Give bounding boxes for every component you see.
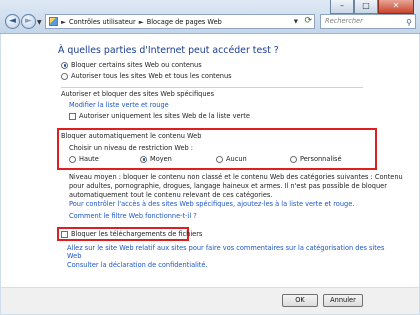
privacy-statement-link[interactable]: Consulter la déclaration de confidential… <box>67 261 208 269</box>
level-custom[interactable]: Personnalisé <box>290 155 342 163</box>
minimize-button[interactable]: – <box>330 0 354 14</box>
checkbox-icon[interactable] <box>61 230 68 238</box>
forward-button[interactable]: ► <box>21 14 36 29</box>
section-heading-auto-block: Bloquer automatiquement le contenu Web <box>61 132 202 140</box>
search-placeholder: Rechercher <box>325 17 363 25</box>
recent-pages-chevron-down-icon[interactable]: ▼ <box>37 19 42 26</box>
close-button[interactable]: ✕ <box>378 0 414 14</box>
radio-icon[interactable] <box>216 155 223 163</box>
button-bar: OK Annuler <box>1 287 419 314</box>
radio-selected-icon[interactable] <box>61 61 68 69</box>
checkbox-label: Bloquer les téléchargements de fichiers <box>71 230 203 238</box>
main-content: À quelles parties d'Internet peut accéde… <box>1 34 419 287</box>
level-description-line: Niveau moyen : bloquer le contenu non cl… <box>69 173 403 181</box>
level-label: Aucun <box>226 155 247 163</box>
site-feedback-link-continued[interactable]: Web <box>67 252 81 260</box>
how-filter-works-link[interactable]: Comment le filtre Web fonctionne-t-il ? <box>69 212 197 220</box>
radio-icon[interactable] <box>69 155 76 163</box>
ok-button[interactable]: OK <box>282 294 318 307</box>
level-medium[interactable]: Moyen <box>140 155 172 163</box>
level-description-line: pour adultes, pornographie, drogues, lan… <box>69 182 387 190</box>
breadcrumb-separator: ► <box>61 17 66 26</box>
edit-allow-block-list-link[interactable]: Modifier la liste verte et rouge <box>69 101 169 109</box>
back-button[interactable]: ◄ <box>5 14 20 29</box>
level-high[interactable]: Haute <box>69 155 99 163</box>
radio-selected-icon[interactable] <box>140 155 147 163</box>
radio-icon[interactable] <box>290 155 297 163</box>
breadcrumb-item-user-controls[interactable]: Contrôles utilisateur <box>69 18 136 26</box>
search-input[interactable]: Rechercher ⚲ <box>320 14 416 29</box>
only-allowed-sites-checkbox[interactable]: Autoriser uniquement les sites Web de la… <box>69 112 250 120</box>
search-icon[interactable]: ⚲ <box>406 16 412 29</box>
cancel-button[interactable]: Annuler <box>323 294 363 307</box>
breadcrumb-separator: ► <box>138 17 144 26</box>
page-title: À quelles parties d'Internet peut accéde… <box>58 45 279 56</box>
option-allow-all[interactable]: Autoriser tous les sites Web et tous les… <box>61 72 232 80</box>
address-chevron-down-icon[interactable]: ▼ <box>294 19 298 25</box>
control-specific-sites-link[interactable]: Pour contrôler l'accès à des sites Web s… <box>69 200 354 208</box>
refresh-icon[interactable]: ⟳ <box>304 16 312 26</box>
divider <box>61 87 363 88</box>
option-label: Autoriser tous les sites Web et tous les… <box>71 72 232 80</box>
level-label: Personnalisé <box>300 155 342 163</box>
breadcrumb-item-web-blocking[interactable]: Blocage de pages Web <box>147 18 222 26</box>
window-controls: – □ ✕ <box>330 0 414 14</box>
section-heading-allow-block: Autoriser et bloquer des sites Web spéci… <box>61 90 214 98</box>
block-downloads-checkbox[interactable]: Bloquer les téléchargements de fichiers <box>61 230 202 238</box>
checkbox-icon[interactable] <box>69 112 76 120</box>
site-feedback-link[interactable]: Allez sur le site Web relatif aux sites … <box>67 244 384 252</box>
maximize-button[interactable]: □ <box>354 0 378 14</box>
level-label: Haute <box>79 155 99 163</box>
level-none[interactable]: Aucun <box>216 155 247 163</box>
radio-icon[interactable] <box>61 72 68 80</box>
option-label: Bloquer certains sites Web ou contenus <box>71 61 202 69</box>
option-block-some[interactable]: Bloquer certains sites Web ou contenus <box>61 61 202 69</box>
control-panel-icon <box>49 17 58 26</box>
level-label: Moyen <box>150 155 172 163</box>
restriction-level-prompt: Choisir un niveau de restriction Web : <box>69 144 194 152</box>
checkbox-label: Autoriser uniquement les sites Web de la… <box>79 112 250 120</box>
navigation-bar: – □ ✕ ◄ ► ▼ ► Contrôles utilisateur ► Bl… <box>0 0 420 34</box>
level-description-line: automatiquement tout le contenu relevant… <box>69 191 273 199</box>
address-bar[interactable]: ► Contrôles utilisateur ► Blocage de pag… <box>45 14 315 29</box>
